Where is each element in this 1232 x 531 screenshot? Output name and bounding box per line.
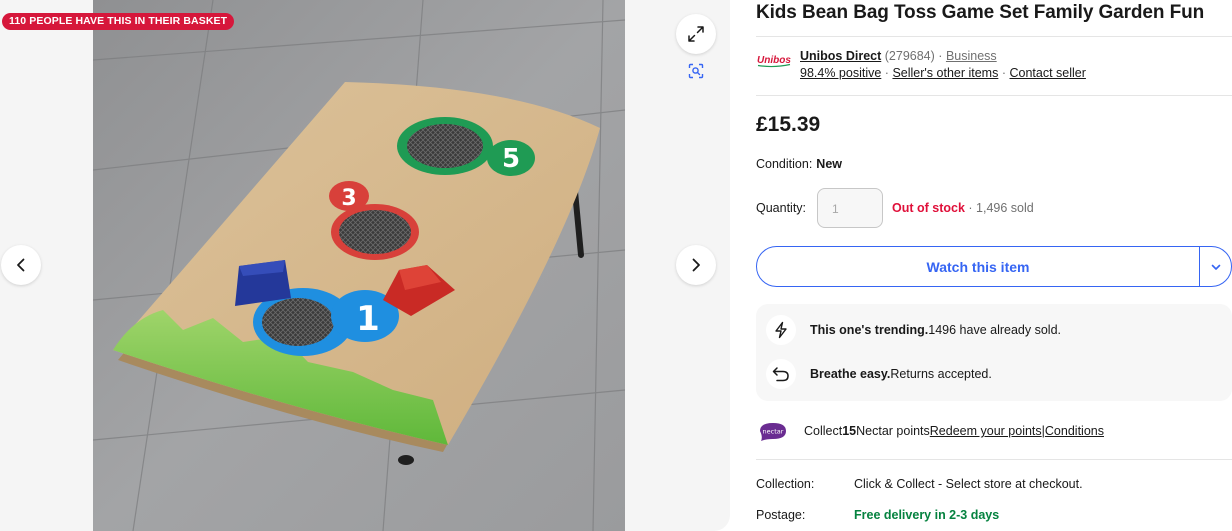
- collection-value: Click & Collect - Select store at checko…: [854, 477, 1083, 491]
- expand-icon: [688, 26, 704, 42]
- separator: ·: [938, 49, 943, 63]
- nectar-points: 15: [842, 424, 857, 438]
- chevron-left-icon: [17, 258, 25, 272]
- item-info-panel: Kids Bean Bag Toss Game Set Family Garde…: [756, 0, 1232, 531]
- divider: [756, 36, 1232, 37]
- visual-search-button[interactable]: [683, 58, 709, 84]
- seller-logo[interactable]: Unibos: [756, 52, 792, 68]
- divider: [756, 95, 1232, 96]
- returns-highlight: Breathe easy. Returns accepted.: [766, 359, 992, 389]
- contact-seller-link[interactable]: Contact seller: [1010, 66, 1086, 80]
- nectar-pre: Collect: [804, 424, 843, 438]
- out-of-stock-label: Out of stock: [892, 201, 965, 215]
- seller-info-line: Unibos Direct (279684) · Business: [800, 49, 997, 63]
- sold-count: · 1,496 sold: [964, 201, 1034, 215]
- trending-text: 1496 have already sold.: [928, 323, 1061, 337]
- separator: ·: [1001, 66, 1007, 80]
- seller-logo-text: Unibos: [757, 55, 791, 66]
- seller-links-line: 98.4% positive · Seller's other items · …: [800, 66, 1086, 80]
- condition-row: Condition: New: [756, 157, 842, 171]
- item-highlights: This one's trending. 1496 have already s…: [756, 304, 1232, 401]
- chevron-right-icon: [692, 258, 700, 272]
- product-photo[interactable]: 5 3 1: [93, 0, 625, 531]
- previous-image-button[interactable]: [1, 245, 41, 285]
- collection-label: Collection:: [756, 477, 815, 491]
- returns-text: Returns accepted.: [890, 367, 992, 381]
- lightning-icon: [766, 315, 796, 345]
- nectar-post: Nectar points: [856, 424, 930, 438]
- separator: ·: [884, 66, 889, 80]
- nectar-logo-text: nectar: [763, 428, 784, 436]
- product-title: Kids Bean Bag Toss Game Set Family Garde…: [756, 2, 1205, 23]
- trending-highlight: This one's trending. 1496 have already s…: [766, 315, 1061, 345]
- svg-text:5: 5: [502, 144, 520, 174]
- seller-name-link[interactable]: Unibos Direct: [800, 49, 881, 63]
- business-seller-link[interactable]: Business: [946, 49, 997, 63]
- redeem-points-link[interactable]: Redeem your points: [930, 424, 1042, 438]
- trending-title: This one's trending.: [810, 323, 929, 337]
- watch-item-button[interactable]: Watch this item: [757, 247, 1199, 286]
- svg-text:1: 1: [356, 299, 380, 339]
- stock-status: Out of stock · 1,496 sold: [892, 201, 1034, 215]
- visual-search-icon: [688, 63, 704, 79]
- watch-button-group: Watch this item: [756, 246, 1232, 287]
- seller-feedback-count: (279684): [884, 49, 935, 63]
- chevron-down-icon: [1211, 264, 1220, 270]
- quantity-input[interactable]: 1: [817, 188, 883, 228]
- divider: [756, 459, 1232, 460]
- nectar-logo: nectar: [760, 423, 786, 441]
- condition-label: Condition:: [756, 157, 813, 171]
- nectar-points-row: nectar Collect 15 Nectar points Redeem y…: [756, 420, 1104, 442]
- fullscreen-button[interactable]: [676, 14, 716, 54]
- postage-value: Free delivery in 2-3 days: [854, 508, 1000, 522]
- returns-title: Breathe easy.: [810, 367, 891, 381]
- price: £15.39: [756, 113, 821, 136]
- condition-value: New: [816, 157, 842, 171]
- quantity-label: Quantity:: [756, 201, 807, 215]
- sellers-other-items-link[interactable]: Seller's other items: [892, 66, 998, 80]
- return-arrow-icon: [766, 359, 796, 389]
- svg-text:3: 3: [341, 186, 356, 211]
- basket-count-badge: 110 PEOPLE HAVE THIS IN THEIR BASKET: [2, 13, 235, 30]
- image-gallery: 5 3 1 110 PEOPLE HAVE THIS IN THEIR BASK…: [0, 0, 730, 531]
- watch-options-dropdown[interactable]: [1199, 247, 1231, 286]
- next-image-button[interactable]: [676, 245, 716, 285]
- positive-feedback-link[interactable]: 98.4% positive: [800, 66, 881, 80]
- nectar-conditions-link[interactable]: Conditions: [1045, 424, 1104, 438]
- postage-label: Postage:: [756, 508, 806, 522]
